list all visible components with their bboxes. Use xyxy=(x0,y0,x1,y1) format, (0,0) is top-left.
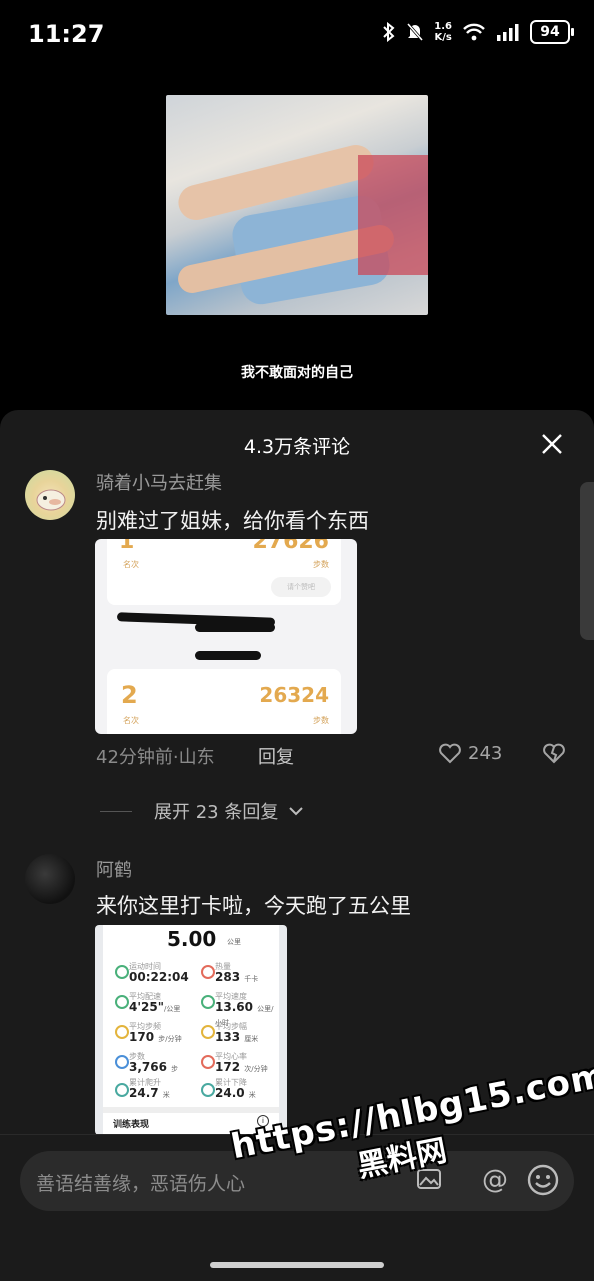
distance-unit: 公里 xyxy=(227,938,241,946)
signal-icon xyxy=(497,24,519,41)
stat-value-text: 00:22:04 xyxy=(129,970,189,984)
redaction-scribble xyxy=(195,651,261,660)
stat-value-text: 13.60 xyxy=(215,1000,253,1014)
comment-input-placeholder: 善语结善缘，恶语伤人心 xyxy=(36,1173,246,1195)
heart-icon xyxy=(439,743,461,764)
like-button[interactable]: 243 xyxy=(438,742,502,764)
video-caption: 我不敢面对的自己 xyxy=(241,365,353,381)
clock: 11:27 xyxy=(28,20,105,48)
mute-bell-icon xyxy=(407,23,424,41)
cadence-icon xyxy=(115,1025,129,1039)
steps-label: 步数 xyxy=(313,560,329,569)
steps-number: 27626 xyxy=(252,539,329,554)
descent-icon xyxy=(201,1083,215,1097)
expand-replies[interactable]: 展开 23 条回复 xyxy=(100,798,304,824)
steps-label: 步数 xyxy=(313,716,329,725)
stat-value-text: 24.0 xyxy=(215,1086,245,1100)
rank-number: 2 xyxy=(121,681,138,709)
bluetooth-icon xyxy=(383,22,395,42)
net-speed-unit: K/s xyxy=(434,32,452,43)
stat-unit: 米 xyxy=(248,1091,256,1099)
rank-label: 名次 xyxy=(123,560,139,569)
dislike-broken-heart-icon[interactable] xyxy=(542,742,566,764)
divider-line xyxy=(100,810,132,812)
shoe-icon xyxy=(115,1055,129,1069)
stat-value-text: 283 xyxy=(215,970,241,984)
stat-value: 170 步/分钟 xyxy=(129,1030,182,1044)
clock-icon xyxy=(115,965,129,979)
stat-value: 24.0 米 xyxy=(215,1086,256,1100)
stat-value: 4'25"/公里 xyxy=(129,1000,180,1014)
stat-unit: 千卡 xyxy=(244,975,259,983)
reply-button[interactable]: 回复 xyxy=(258,743,294,769)
speed-icon xyxy=(201,995,215,1009)
rank-card-1: 1 27626 名次 步数 请个赞吧 xyxy=(107,539,341,605)
avatar-cartoon-icon xyxy=(36,489,66,511)
comment-username[interactable]: 骑着小马去赶集 xyxy=(96,469,222,495)
like-chip: 请个赞吧 xyxy=(271,577,331,597)
comment-image[interactable]: 1 27626 名次 步数 请个赞吧 2 26324 名次 步数 xyxy=(95,539,357,734)
stat-value: 172 次/分钟 xyxy=(215,1060,268,1074)
distance-value: 5.00 xyxy=(167,927,217,951)
stat-value: 133 厘米 xyxy=(215,1030,258,1044)
heart-rate-icon xyxy=(201,1055,215,1069)
comment-time-location: 42分钟前·山东 xyxy=(96,747,215,768)
status-icons: 1.6 K/s 94 xyxy=(382,20,574,44)
pace-icon xyxy=(115,995,129,1009)
stat-value-text: 172 xyxy=(215,1060,241,1074)
video-frame[interactable] xyxy=(166,95,428,315)
close-icon[interactable] xyxy=(538,430,566,458)
comment-text: 来你这里打卡啦，今天跑了五公里 xyxy=(96,894,411,918)
stat-unit: 步/分钟 xyxy=(158,1035,182,1043)
stat-unit: 米 xyxy=(162,1091,170,1099)
flame-icon xyxy=(201,965,215,979)
stat-value: 283 千卡 xyxy=(215,970,258,984)
expand-replies-label: 展开 23 条回复 xyxy=(154,802,279,823)
section-divider xyxy=(103,1107,279,1113)
mention-at-icon[interactable]: @ xyxy=(482,1165,508,1195)
battery-indicator: 94 xyxy=(530,20,574,44)
running-summary-screen: 5.00 公里 运动时间 00:22:04 热量 283 千卡 平均配速 4'2… xyxy=(103,925,279,1135)
home-indicator[interactable] xyxy=(210,1262,384,1268)
stat-value: 00:22:04 xyxy=(129,970,189,984)
stat-value-text: 133 xyxy=(215,1030,241,1044)
avatar[interactable] xyxy=(25,470,75,520)
stat-value: 24.7 米 xyxy=(129,1086,170,1100)
rank-number: 1 xyxy=(119,539,135,554)
stride-icon xyxy=(201,1025,215,1039)
emoji-icon[interactable] xyxy=(526,1163,560,1197)
comment-text: 别难过了姐妹，给你看个东西 xyxy=(96,509,369,533)
status-bar: 11:27 1.6 K/s 94 xyxy=(0,0,594,70)
wifi-icon xyxy=(463,23,485,41)
video-cloth-shape xyxy=(358,155,428,275)
redaction-scribble xyxy=(195,623,275,632)
stat-unit: /公里 xyxy=(163,1005,181,1013)
stat-value: 3,766 步 xyxy=(129,1060,178,1074)
stat-value-text: 24.7 xyxy=(129,1086,159,1100)
scrollbar[interactable] xyxy=(580,482,594,640)
comments-count-title: 4.3万条评论 xyxy=(243,436,351,458)
climb-icon xyxy=(115,1083,129,1097)
stat-unit: 步 xyxy=(171,1065,179,1073)
stat-unit: 厘米 xyxy=(244,1035,259,1043)
chevron-down-icon xyxy=(289,807,304,816)
like-count: 243 xyxy=(468,742,503,764)
comment-image[interactable]: 5.00 公里 运动时间 00:22:04 热量 283 千卡 平均配速 4'2… xyxy=(95,925,287,1135)
steps-number: 26324 xyxy=(259,683,329,707)
avatar[interactable] xyxy=(25,854,75,904)
comment-username[interactable]: 阿鹤 xyxy=(96,856,132,882)
stat-unit: 次/分钟 xyxy=(244,1065,268,1073)
section-label: 训练表现 xyxy=(113,1120,150,1130)
rank-card-2: 2 26324 名次 步数 xyxy=(107,669,341,734)
rank-label: 名次 xyxy=(123,716,139,725)
stat-value-text: 4'25" xyxy=(129,1000,164,1014)
stat-value-text: 3,766 xyxy=(129,1060,167,1074)
net-speed: 1.6 K/s xyxy=(434,21,452,43)
net-speed-value: 1.6 xyxy=(434,21,452,32)
stat-value-text: 170 xyxy=(129,1030,155,1044)
